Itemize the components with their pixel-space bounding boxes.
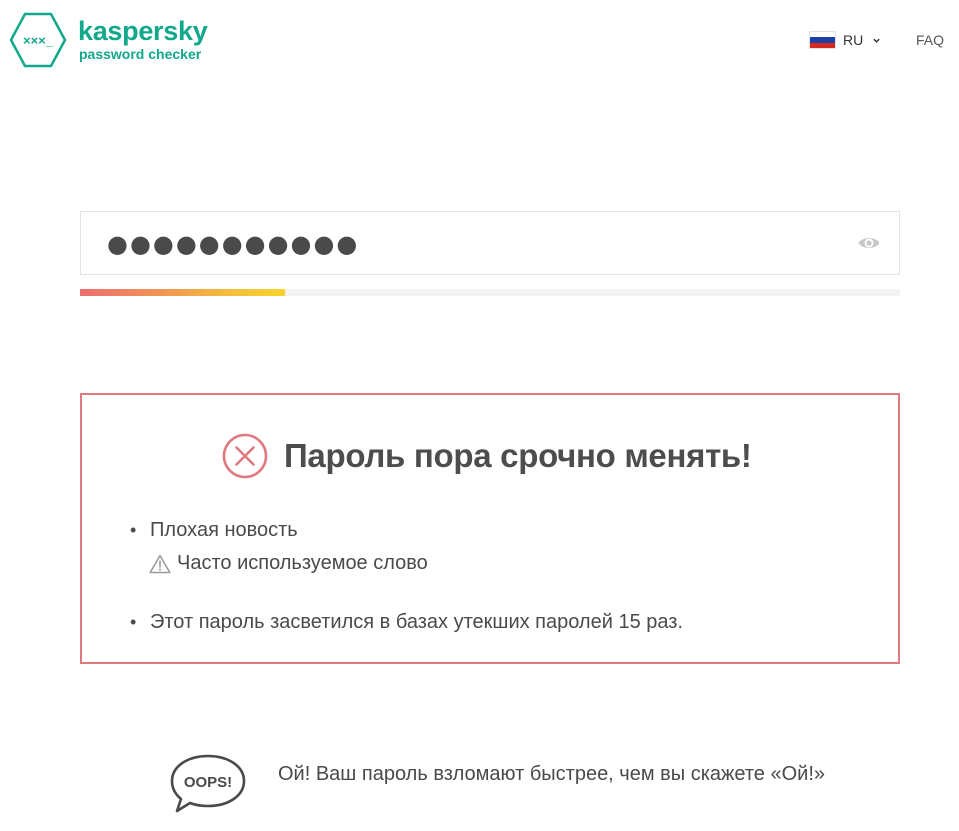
strength-fill (80, 289, 285, 296)
x-circle-icon (222, 433, 268, 479)
bullet-dot: • (130, 612, 137, 632)
logo-badge-text: ×××_ (23, 33, 54, 48)
bullet-text: Плохая новость (150, 519, 298, 541)
oops-badge-text: OOPS! (184, 774, 232, 791)
eye-icon[interactable] (857, 233, 881, 253)
kaspersky-logo-icon[interactable]: ×××_ (8, 11, 68, 69)
oops-message: Ой! Ваш пароль взломают быстрее, чем вы … (278, 763, 826, 785)
language-code: RU (843, 32, 864, 48)
faq-link[interactable]: FAQ (916, 32, 944, 48)
oops-speech-bubble-icon: OOPS! (170, 754, 246, 813)
warning-icon (149, 554, 171, 573)
result-card: Пароль пора срочно менять! • Плохая новос… (80, 393, 900, 664)
warning-text: Часто используемое слово (177, 552, 428, 574)
password-input[interactable] (105, 228, 829, 260)
flag-stripe-red (810, 42, 835, 48)
brand-subtitle: password checker (79, 46, 202, 62)
language-selector[interactable]: RU (810, 31, 881, 49)
russia-flag-icon (810, 32, 835, 48)
page: ×××_ kaspersky password checker RU FAQ ●… (0, 0, 959, 831)
bullet-bad-news: • Плохая новость (130, 519, 298, 542)
bullet-text: Этот пароль засветился в базах утекших п… (150, 611, 683, 633)
password-strength-meter (80, 289, 900, 296)
password-field (80, 211, 900, 275)
warning-common-word: Часто используемое слово (149, 552, 428, 575)
bullet-leak-count: • Этот пароль засветился в базах утекших … (130, 611, 683, 634)
chevron-down-icon (873, 38, 880, 43)
brand-name: kaspersky (78, 16, 208, 46)
bullet-dot: • (130, 520, 137, 540)
result-header: Пароль пора срочно менять! (222, 433, 752, 479)
result-title: Пароль пора срочно менять! (284, 437, 752, 474)
